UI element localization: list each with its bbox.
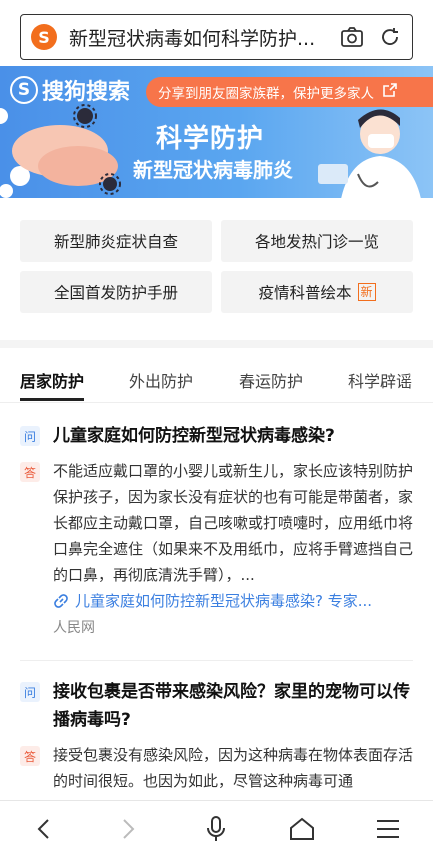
bottom-navigation — [0, 800, 433, 856]
banner-subtitle: 新型冠状病毒肺炎 — [133, 158, 293, 182]
qa-card[interactable]: 问 儿童家庭如何防控新型冠状病毒感染? 答 不能适应戴口罩的小婴儿或新生儿，家长… — [20, 422, 413, 637]
external-link-icon — [382, 82, 398, 102]
answer-tag: 答 — [20, 462, 40, 482]
quick-link-symptom-check[interactable]: 新型肺炎症状自查 — [20, 220, 212, 262]
quick-link-picture-book[interactable]: 疫情科普绘本 新 — [221, 271, 413, 313]
quick-link-label: 各地发热门诊一览 — [254, 233, 379, 251]
category-tabs: 居家防护 外出防护 春运防护 科学辟谣 — [0, 348, 433, 403]
question-row: 问 接收包裹是否带来感染风险？家里的宠物可以传播病毒吗? — [20, 678, 413, 734]
question-tag: 问 — [20, 426, 40, 446]
question-tag: 问 — [20, 682, 40, 702]
microphone-icon[interactable] — [200, 813, 232, 845]
answer-text: 接受包裹没有感染风险，因为这种病毒在物体表面存活的时间很短。也因为如此，尽管这种… — [53, 746, 414, 790]
refresh-icon[interactable] — [378, 25, 402, 49]
search-header: S 新型冠状病毒如何科学防护... — [0, 0, 433, 66]
source-name: 人民网 — [53, 620, 95, 636]
brand-logo: S 搜狗搜索 — [10, 74, 130, 106]
source-link-text[interactable]: 儿童家庭如何防控新型冠状病毒感染? 专家... — [75, 590, 372, 611]
menu-icon[interactable] — [372, 813, 404, 845]
search-input[interactable]: 新型冠状病毒如何科学防护... — [69, 24, 326, 51]
sogou-logo-icon: S — [31, 24, 57, 50]
answer-row: 答 不能适应戴口罩的小婴儿或新生儿，家长应该特别防护保护孩子，因为家长没有症状的… — [20, 458, 413, 588]
tab-home-protection[interactable]: 居家防护 — [20, 368, 84, 392]
brand-s-icon: S — [10, 76, 38, 104]
quick-link-label: 新型肺炎症状自查 — [53, 233, 178, 251]
tab-rumor-debunk[interactable]: 科学辟谣 — [348, 368, 412, 392]
link-icon — [54, 593, 68, 608]
source-link[interactable]: 儿童家庭如何防控新型冠状病毒感染? 专家... — [53, 590, 413, 611]
item-separator — [20, 660, 413, 661]
quick-link-label: 全国首发防护手册 — [53, 284, 178, 302]
answer-text: 不能适应戴口罩的小婴儿或新生儿，家长应该特别防护保护孩子，因为家长没有症状的也有… — [53, 462, 414, 584]
active-tab-indicator — [20, 398, 84, 401]
qa-card[interactable]: 问 接收包裹是否带来感染风险？家里的宠物可以传播病毒吗? 答 接受包裹没有感染风… — [20, 678, 413, 794]
tab-outdoor-protection[interactable]: 外出防护 — [129, 368, 193, 392]
section-divider — [0, 340, 433, 348]
brand-name: 搜狗搜索 — [42, 80, 131, 105]
camera-icon[interactable] — [340, 25, 364, 49]
promo-banner[interactable]: S 搜狗搜索 分享到朋友圈家族群，保护更多家人 科学防护 新型冠状病毒肺炎 — [0, 66, 433, 198]
search-bar[interactable]: S 新型冠状病毒如何科学防护... — [20, 14, 413, 60]
quick-link-label: 疫情科普绘本 — [258, 284, 352, 302]
forward-icon[interactable] — [112, 813, 144, 845]
answer-tag: 答 — [20, 746, 40, 766]
question-row: 问 儿童家庭如何防控新型冠状病毒感染? — [20, 422, 413, 450]
banner-title: 科学防护 — [156, 124, 265, 154]
home-icon[interactable] — [286, 813, 318, 845]
share-text: 分享到朋友圈家族群，保护更多家人 — [158, 86, 374, 102]
answer-row: 答 接受包裹没有感染风险，因为这种病毒在物体表面存活的时间很短。也因为如此，尽管… — [20, 742, 413, 794]
back-icon[interactable] — [28, 813, 60, 845]
quick-link-fever-clinics[interactable]: 各地发热门诊一览 — [221, 220, 413, 262]
question-title[interactable]: 接收包裹是否带来感染风险？家里的宠物可以传播病毒吗? — [53, 678, 413, 734]
share-button[interactable]: 分享到朋友圈家族群，保护更多家人 — [146, 77, 433, 107]
new-badge: 新 — [357, 283, 376, 301]
question-title[interactable]: 儿童家庭如何防控新型冠状病毒感染? — [53, 422, 335, 450]
doctor-illustration — [318, 109, 421, 198]
quick-link-protection-manual[interactable]: 全国首发防护手册 — [20, 271, 212, 313]
washing-hands-illustration — [0, 104, 121, 198]
tab-travel-protection[interactable]: 春运防护 — [239, 368, 303, 392]
